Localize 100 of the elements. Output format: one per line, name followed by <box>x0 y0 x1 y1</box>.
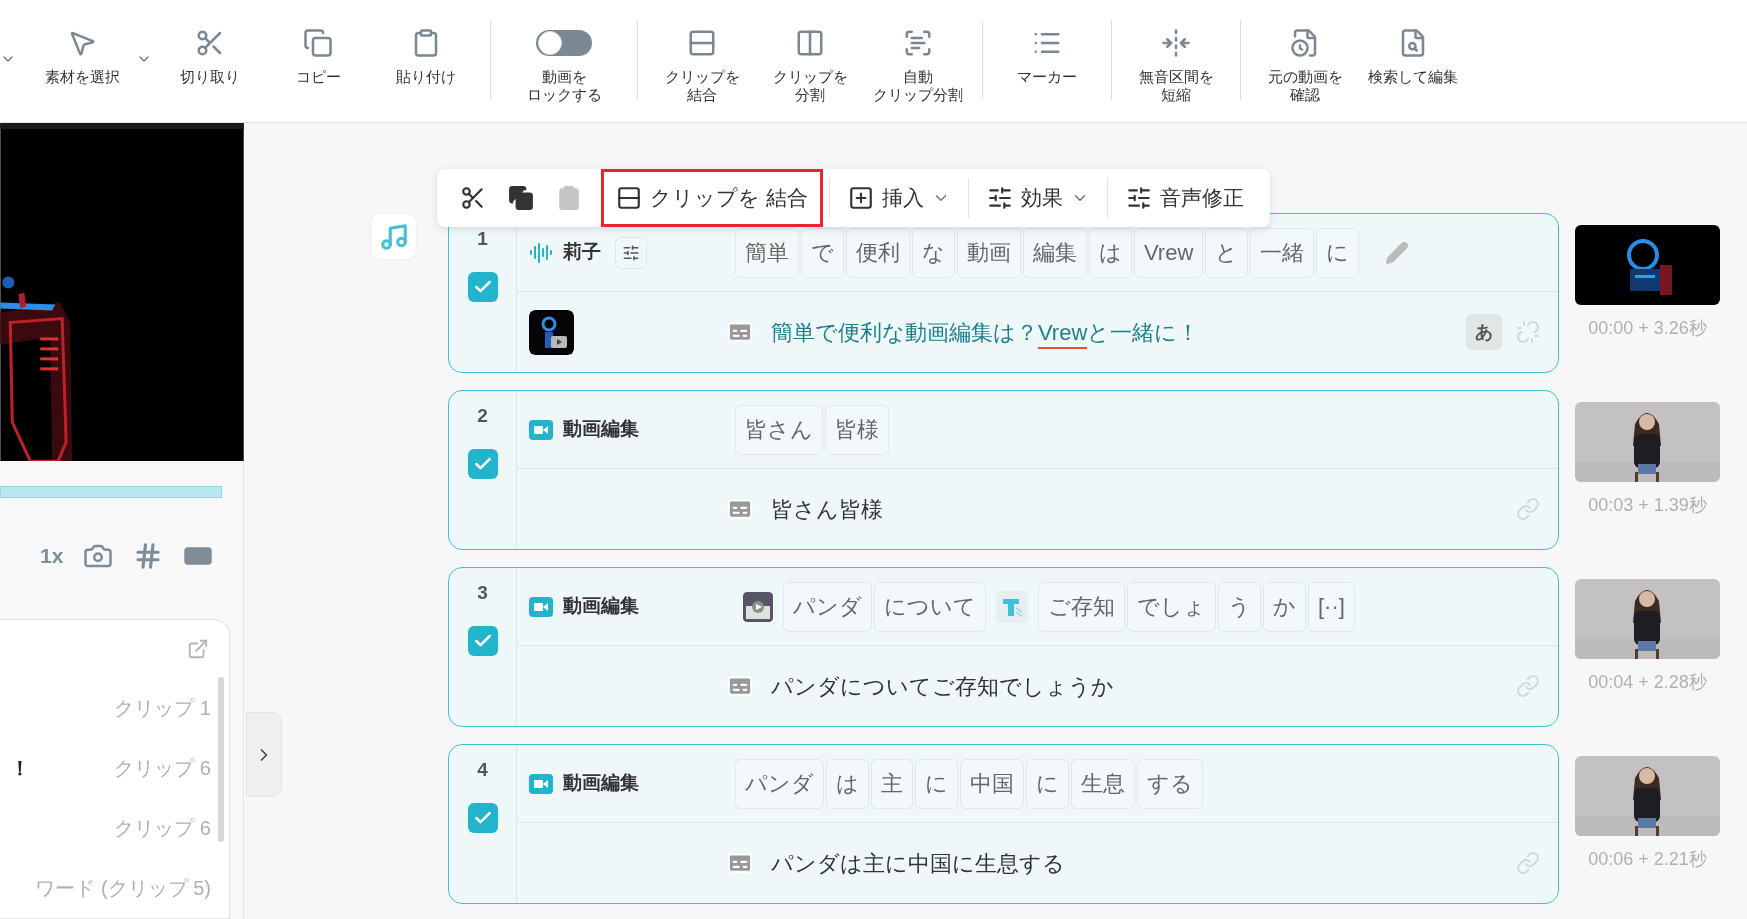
voice-icon <box>529 240 553 265</box>
toolbar-button[interactable]: 貼り付け <box>372 0 480 86</box>
clip-time: 00:04 + 2.28秒 <box>1588 671 1707 694</box>
speaker-name[interactable]: 莉子 <box>563 238 601 267</box>
word-chip[interactable]: する <box>1137 758 1203 809</box>
word-chip[interactable]: う <box>1218 581 1261 632</box>
clip-time: 00:03 + 1.39秒 <box>1588 494 1707 517</box>
clip-location: クリップ 6 <box>114 756 211 781</box>
video-icon <box>529 596 553 617</box>
word-chip[interactable]: な <box>912 227 955 278</box>
word-chip[interactable]: について <box>874 581 986 632</box>
copy-icon <box>508 185 534 211</box>
link-icon[interactable] <box>1516 674 1540 698</box>
word-chip[interactable]: 簡単 <box>735 227 799 278</box>
speed-label[interactable]: 1x <box>40 540 64 572</box>
clip-number: 1 <box>477 228 488 250</box>
unlink-icon[interactable] <box>1516 320 1540 344</box>
word-chip[interactable]: 中国 <box>960 758 1024 809</box>
clip-number: 4 <box>477 759 488 781</box>
toggle-label: 動画を ロックする <box>526 68 602 104</box>
rows-icon <box>687 28 717 58</box>
toggle-switch[interactable] <box>536 30 592 56</box>
toolbar-button[interactable]: 無音区間を 短縮 <box>1122 0 1230 104</box>
video-icon <box>529 773 553 794</box>
subtitle-text[interactable]: 皆さん皆様 <box>771 492 883 526</box>
toolbar-button[interactable]: コピー <box>264 0 372 86</box>
checkbox[interactable] <box>467 449 498 479</box>
toolbar-button[interactable]: 切り取り <box>156 0 264 86</box>
clipboard-icon <box>556 185 582 211</box>
word-chip[interactable]: は <box>1089 227 1132 278</box>
clip-number: 2 <box>477 405 488 427</box>
toolbar-button[interactable]: 挿入 <box>835 169 962 227</box>
link-icon[interactable] <box>1516 851 1540 875</box>
clip-location: ワード (クリップ 5) <box>35 876 211 901</box>
word-chip[interactable]: パンダ <box>783 581 872 632</box>
speaker-name[interactable]: 動画編集 <box>563 769 639 798</box>
word-chip[interactable]: ご存知 <box>1038 581 1125 632</box>
word-chip[interactable]: か <box>1263 581 1306 632</box>
word-chip[interactable]: Vrew <box>1134 227 1204 278</box>
text-scan-icon <box>903 28 933 58</box>
toolbar-button[interactable]: クリップを 分割 <box>756 0 864 104</box>
toolbar-button[interactable]: 効果 <box>974 169 1101 227</box>
word-chip[interactable]: 主 <box>871 758 913 809</box>
timeline-bar[interactable] <box>0 486 222 499</box>
external-link-icon[interactable] <box>187 638 209 660</box>
word-chip[interactable]: 動画 <box>957 227 1021 278</box>
toolbar-button[interactable]: 自動 クリップ分割 <box>864 0 972 104</box>
music-button[interactable] <box>370 213 417 260</box>
settings-button[interactable] <box>615 236 647 269</box>
checkbox[interactable] <box>467 803 498 833</box>
word-chip[interactable]: に <box>915 758 958 809</box>
sliders-icon <box>622 243 640 262</box>
speaker-name[interactable]: 動画編集 <box>563 415 639 444</box>
word-chip[interactable]: に <box>1026 758 1069 809</box>
clip-time: 00:00 + 3.26秒 <box>1588 317 1707 340</box>
subtitle-text[interactable]: パンダについてご存知でしょうか <box>771 669 1114 703</box>
checkbox[interactable] <box>467 272 498 302</box>
scissors-icon <box>460 185 486 211</box>
scrollbar[interactable] <box>218 677 224 842</box>
pencil-icon[interactable] <box>1385 240 1410 265</box>
clip-location: クリップ 1 <box>114 696 211 721</box>
clip-time: 00:06 + 2.21秒 <box>1588 848 1707 871</box>
checkbox[interactable] <box>467 626 498 656</box>
word-chip[interactable]: と <box>1205 227 1249 278</box>
fold-icon <box>1161 28 1191 58</box>
word-chip[interactable]: 編集 <box>1023 227 1087 278</box>
toolbar-button[interactable]: 素材を選択 <box>28 0 136 86</box>
copy-icon <box>303 28 333 58</box>
columns-icon <box>795 28 825 58</box>
toolbar-button[interactable]: 検索して編集 <box>1359 0 1467 86</box>
word-chip[interactable]: 一緒 <box>1250 227 1315 278</box>
toolbar-button[interactable]: マーカー <box>993 0 1101 86</box>
toolbar-button[interactable]: 元の動画を 確認 <box>1251 0 1359 104</box>
music-icon <box>378 221 409 252</box>
plus-icon <box>847 185 874 211</box>
word-chip[interactable]: で <box>801 227 844 278</box>
text-effect-icon[interactable] <box>996 590 1028 623</box>
word-chip[interactable]: 生息 <box>1071 758 1135 809</box>
clip-number: 3 <box>477 582 488 604</box>
word-chip[interactable]: でしょ <box>1127 581 1216 632</box>
expand-handle[interactable] <box>246 712 282 797</box>
language-badge[interactable]: あ <box>1466 314 1502 350</box>
silence-chip[interactable]: [··] <box>1308 581 1355 632</box>
toolbar-button[interactable]: クリップを 結合 <box>601 169 823 227</box>
link-icon[interactable] <box>1516 497 1540 521</box>
toolbar-button[interactable]: クリップを 結合 <box>648 0 756 104</box>
word-chip[interactable]: パンダ <box>735 758 824 809</box>
word-chip[interactable]: は <box>826 758 869 809</box>
speaker-name[interactable]: 動画編集 <box>563 592 639 621</box>
image-icon[interactable] <box>743 591 773 622</box>
toolbar-button[interactable]: 音声修正 <box>1113 169 1256 227</box>
word-chip[interactable]: 皆さん <box>735 404 823 455</box>
subtitle-text[interactable]: 簡単で便利な動画編集は？Vrewと一緒に！ <box>771 315 1200 349</box>
subtitle-text[interactable]: パンダは主に中国に生息する <box>771 846 1065 880</box>
list-item[interactable]: ！ クリップ 6 <box>0 738 229 798</box>
word-chip[interactable]: に <box>1316 227 1360 278</box>
rows-icon <box>616 185 642 211</box>
word-chip[interactable]: 便利 <box>846 227 910 278</box>
word-chip[interactable]: 皆様 <box>825 404 889 455</box>
sliders-icon <box>986 185 1013 211</box>
